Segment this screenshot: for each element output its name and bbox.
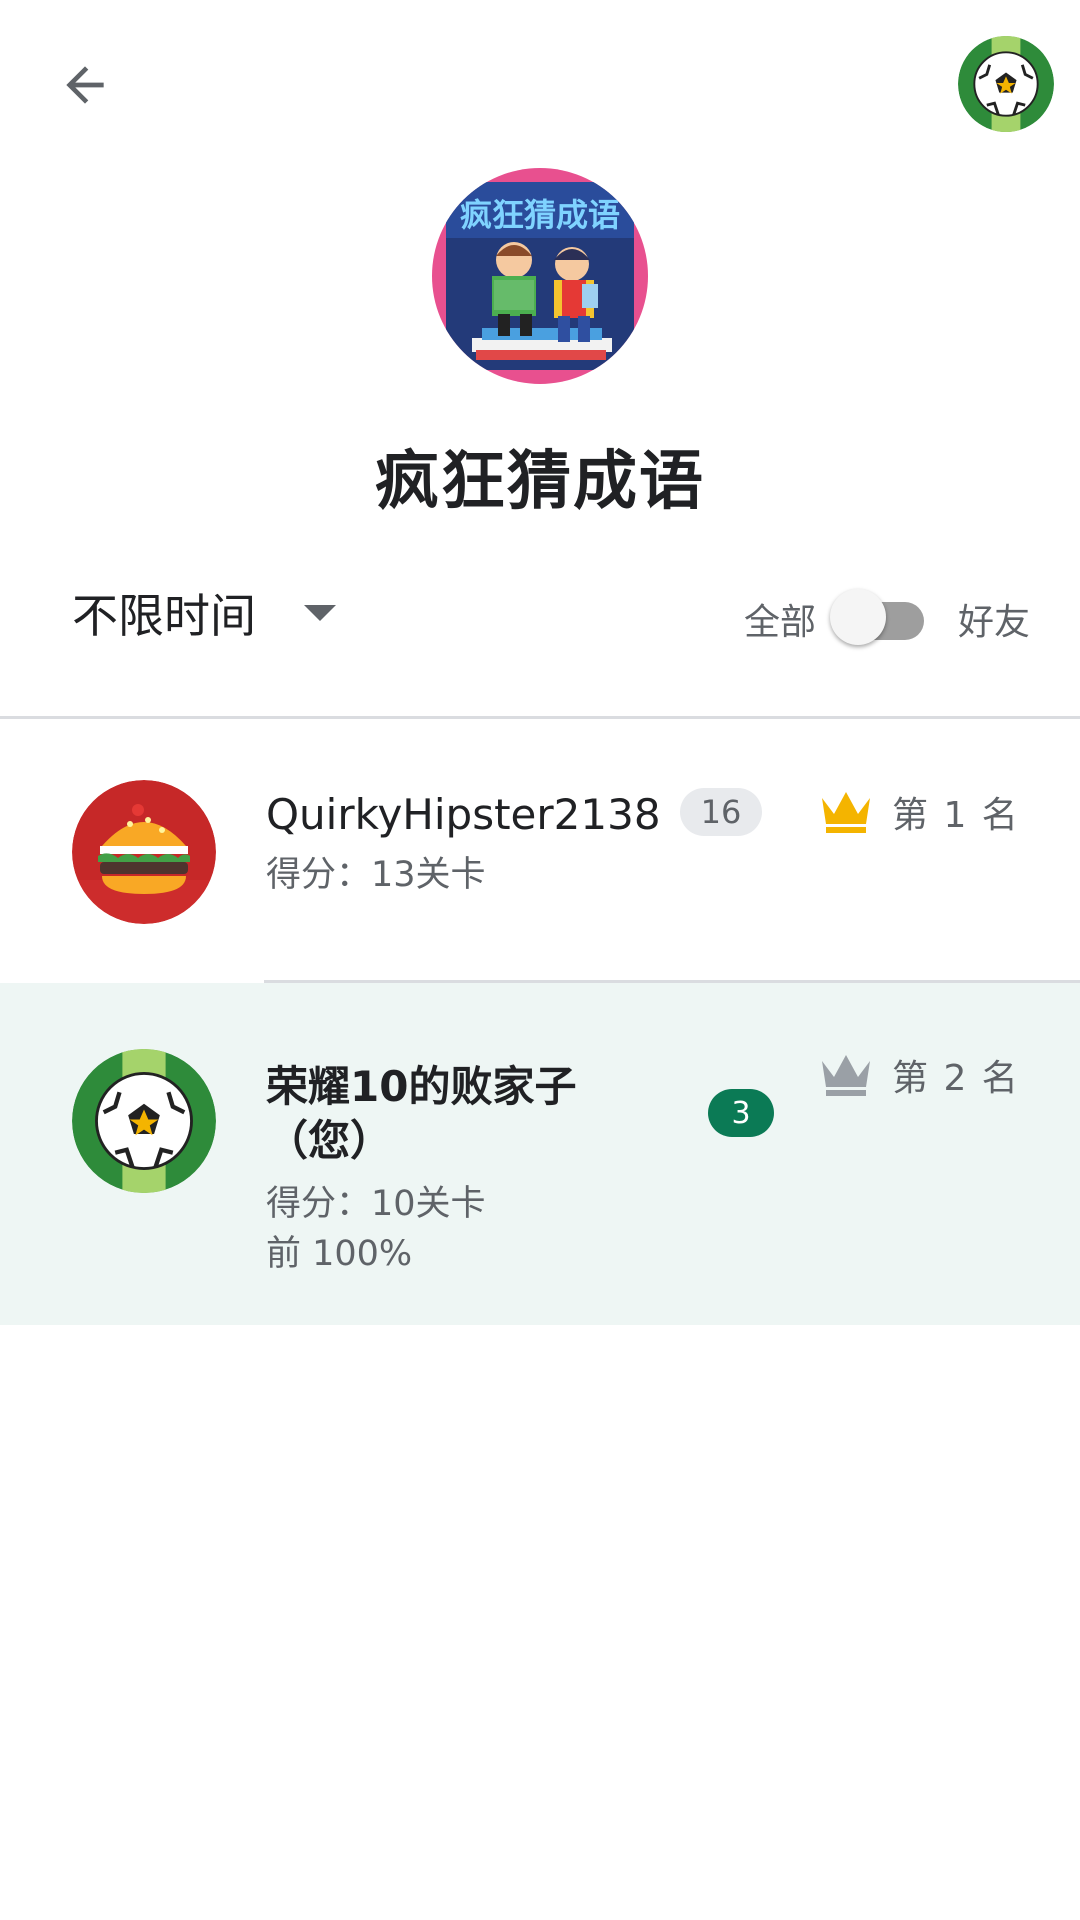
- divider: [0, 716, 1080, 719]
- gold-crown-icon: [822, 792, 870, 833]
- player-you-label: （您）: [266, 1116, 393, 1165]
- game-title: 疯狂猜成语: [375, 445, 705, 519]
- time-range-dropdown[interactable]: 不限时间: [72, 578, 336, 648]
- dropdown-arrow-icon: [304, 605, 336, 621]
- level-badge: 16: [680, 788, 762, 836]
- game-icon-title: 疯狂猜成语: [460, 196, 620, 234]
- time-range-label: 不限时间: [72, 589, 256, 643]
- rank-label: 第 1 名: [892, 795, 1020, 836]
- leaderboard-row-1[interactable]: QuirkyHipster2138 16 第 1 名 得分：13关卡: [0, 720, 1080, 980]
- game-icon: 疯狂猜成语: [432, 168, 648, 384]
- silver-crown-icon: [822, 1055, 870, 1096]
- player-score: 得分：10关卡: [266, 1184, 486, 1224]
- friends-only-toggle[interactable]: [830, 589, 924, 645]
- toggle-thumb: [830, 589, 886, 645]
- profile-avatar-button[interactable]: [958, 36, 1054, 132]
- player-name: QuirkyHipster2138: [266, 790, 661, 839]
- leaderboard-row-2[interactable]: 荣耀10的败家子 （您） 3 第 2 名 得分：10关卡 前 100%: [0, 983, 1080, 1325]
- soccer-ball-icon: [958, 36, 1054, 132]
- player-name: 荣耀10的败家子: [266, 1062, 577, 1111]
- player-avatar: [72, 1049, 216, 1193]
- soccer-ball-icon: [72, 1049, 216, 1193]
- burger-icon: [72, 780, 216, 924]
- player-percentile: 前 100%: [266, 1234, 413, 1274]
- back-button[interactable]: [50, 50, 120, 120]
- rank-label: 第 2 名: [892, 1058, 1020, 1099]
- player-score: 得分：13关卡: [266, 855, 486, 895]
- player-avatar: [72, 780, 216, 924]
- scope-all-label: 全部: [744, 602, 817, 643]
- scope-friends-label: 好友: [958, 602, 1031, 643]
- arrow-back-icon: [66, 66, 104, 104]
- level-badge: 3: [708, 1089, 774, 1137]
